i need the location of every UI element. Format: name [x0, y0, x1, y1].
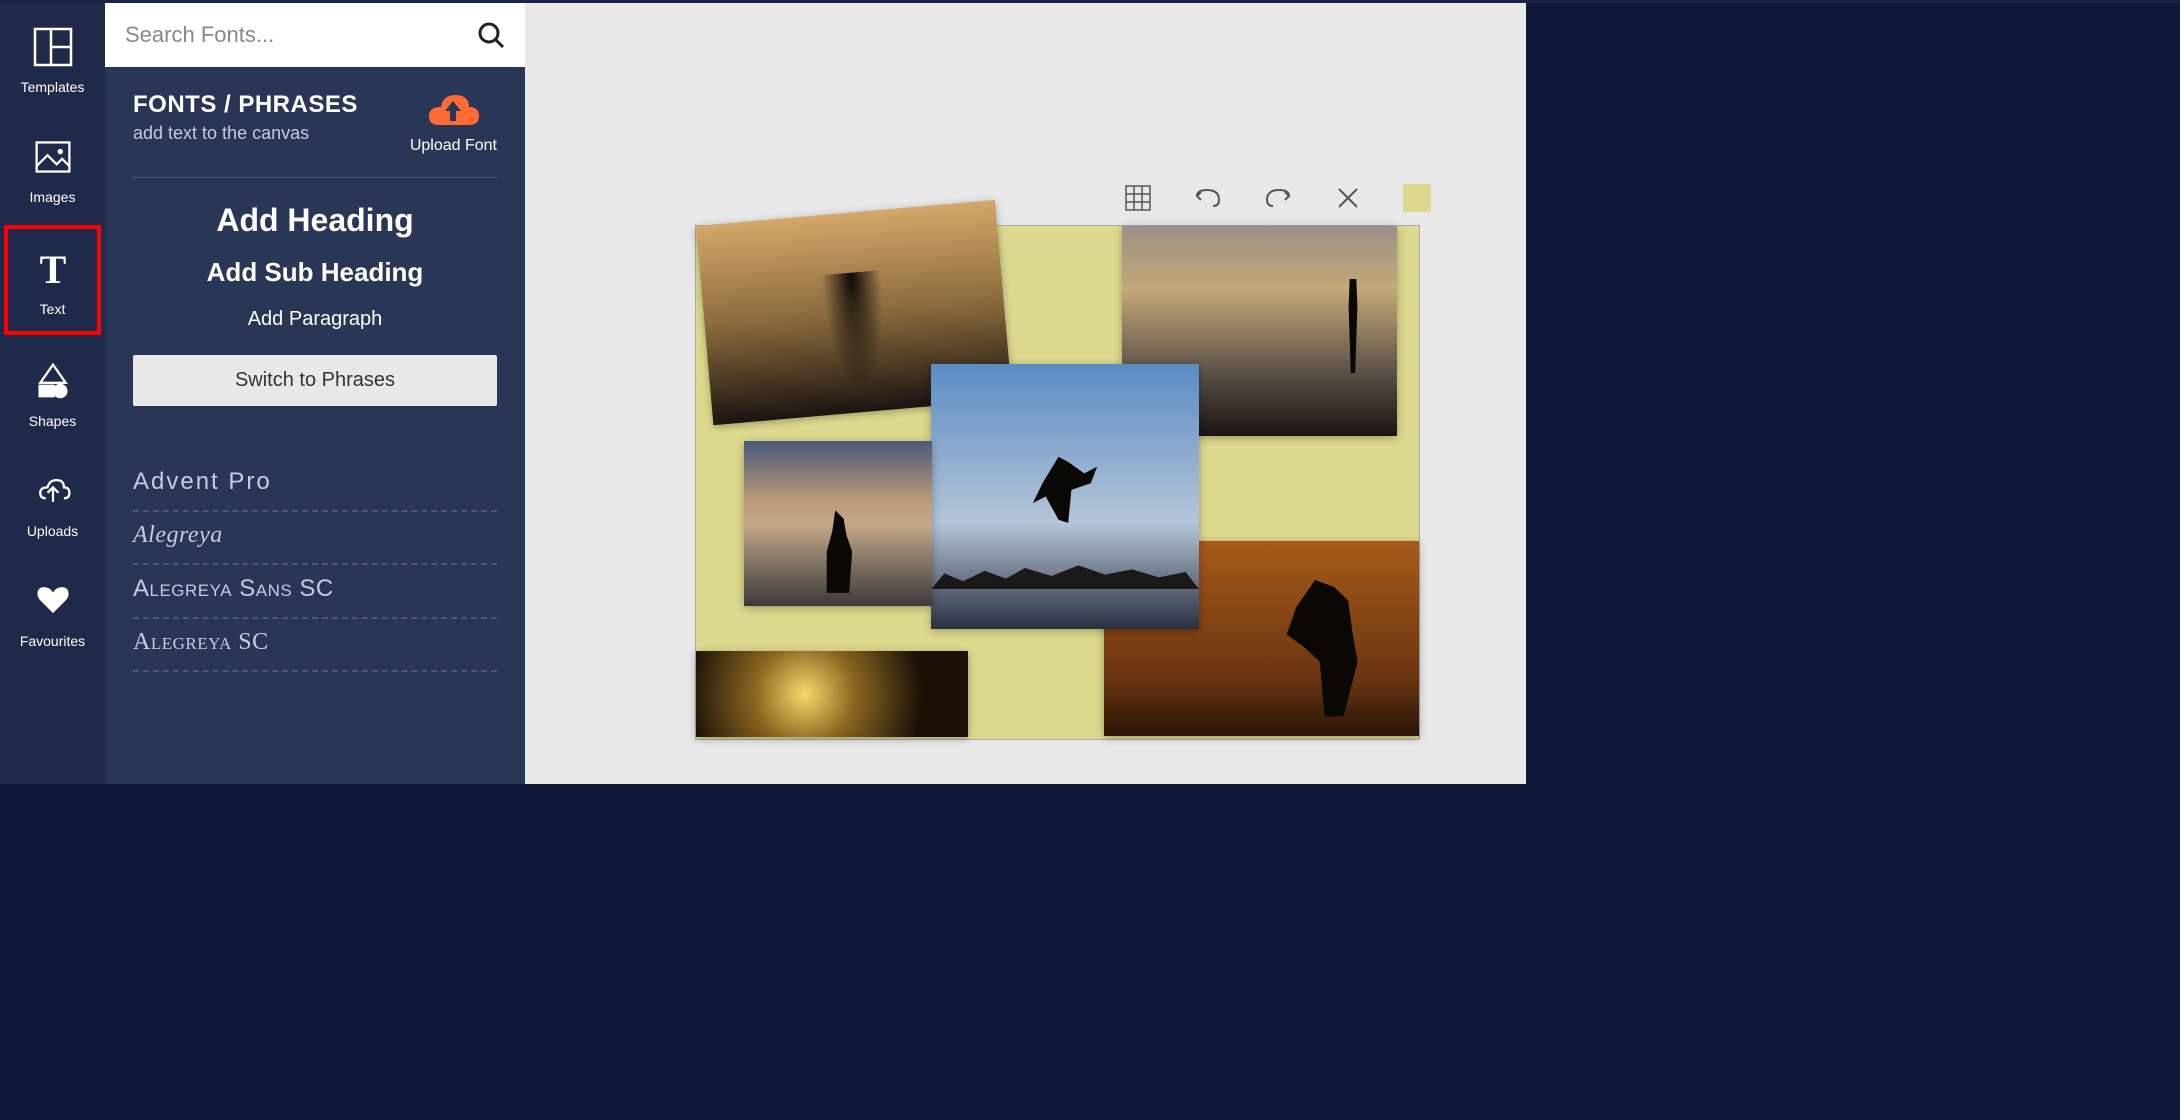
shapes-icon	[31, 359, 75, 403]
add-paragraph-button[interactable]: Add Paragraph	[133, 308, 497, 331]
font-item[interactable]: Alegreya SC	[133, 619, 497, 672]
font-list: Advent Pro Alegreya Alegreya Sans SC Ale…	[133, 458, 497, 672]
grid-button[interactable]	[1123, 183, 1153, 213]
font-item[interactable]: Alegreya	[133, 512, 497, 565]
canvas-toolbar	[1123, 183, 1431, 213]
panel-title: FONTS / PHRASES	[133, 91, 358, 119]
switch-to-phrases-button[interactable]: Switch to Phrases	[133, 355, 497, 406]
images-icon	[31, 135, 75, 179]
nav-item-images[interactable]: Images	[0, 113, 105, 223]
nav-item-favourites[interactable]: Favourites	[0, 557, 105, 667]
nav-rail: Templates Images T Text Shapes Uploads F…	[0, 0, 105, 784]
canvas-image[interactable]	[931, 364, 1199, 629]
templates-icon	[31, 25, 75, 69]
canvas-image[interactable]	[744, 441, 932, 606]
font-item[interactable]: Alegreya Sans SC	[133, 565, 497, 619]
canvas-color-swatch[interactable]	[1403, 184, 1431, 212]
add-heading-button[interactable]: Add Heading	[133, 202, 497, 239]
nav-label: Favourites	[20, 633, 85, 649]
nav-label: Text	[40, 301, 66, 317]
panel-subtitle: add text to the canvas	[133, 123, 358, 144]
nav-item-text[interactable]: T Text	[4, 225, 101, 335]
text-icon: T	[31, 247, 75, 291]
add-subheading-button[interactable]: Add Sub Heading	[133, 257, 497, 288]
nav-item-templates[interactable]: Templates	[0, 3, 105, 113]
nav-label: Images	[30, 189, 76, 205]
text-panel: FONTS / PHRASES add text to the canvas U…	[105, 3, 525, 784]
nav-item-shapes[interactable]: Shapes	[0, 337, 105, 447]
favourites-icon	[31, 579, 75, 623]
upload-label: Upload Font	[410, 137, 497, 155]
search-icon[interactable]	[477, 21, 505, 49]
canvas-image[interactable]	[696, 651, 968, 737]
nav-label: Shapes	[29, 413, 76, 429]
undo-button[interactable]	[1193, 183, 1223, 213]
uploads-icon	[31, 469, 75, 513]
design-canvas[interactable]	[695, 225, 1420, 740]
nav-label: Templates	[21, 79, 85, 95]
workspace	[525, 3, 1526, 784]
divider	[133, 177, 497, 178]
redo-button[interactable]	[1263, 183, 1293, 213]
search-bar	[105, 3, 525, 67]
svg-text:T: T	[39, 247, 66, 292]
font-item[interactable]: Advent Pro	[133, 458, 497, 512]
nav-item-uploads[interactable]: Uploads	[0, 447, 105, 557]
close-button[interactable]	[1333, 183, 1363, 213]
upload-font-button[interactable]: Upload Font	[410, 91, 497, 155]
upload-cloud-icon	[425, 91, 481, 131]
nav-label: Uploads	[27, 523, 78, 539]
search-input[interactable]	[125, 22, 477, 48]
